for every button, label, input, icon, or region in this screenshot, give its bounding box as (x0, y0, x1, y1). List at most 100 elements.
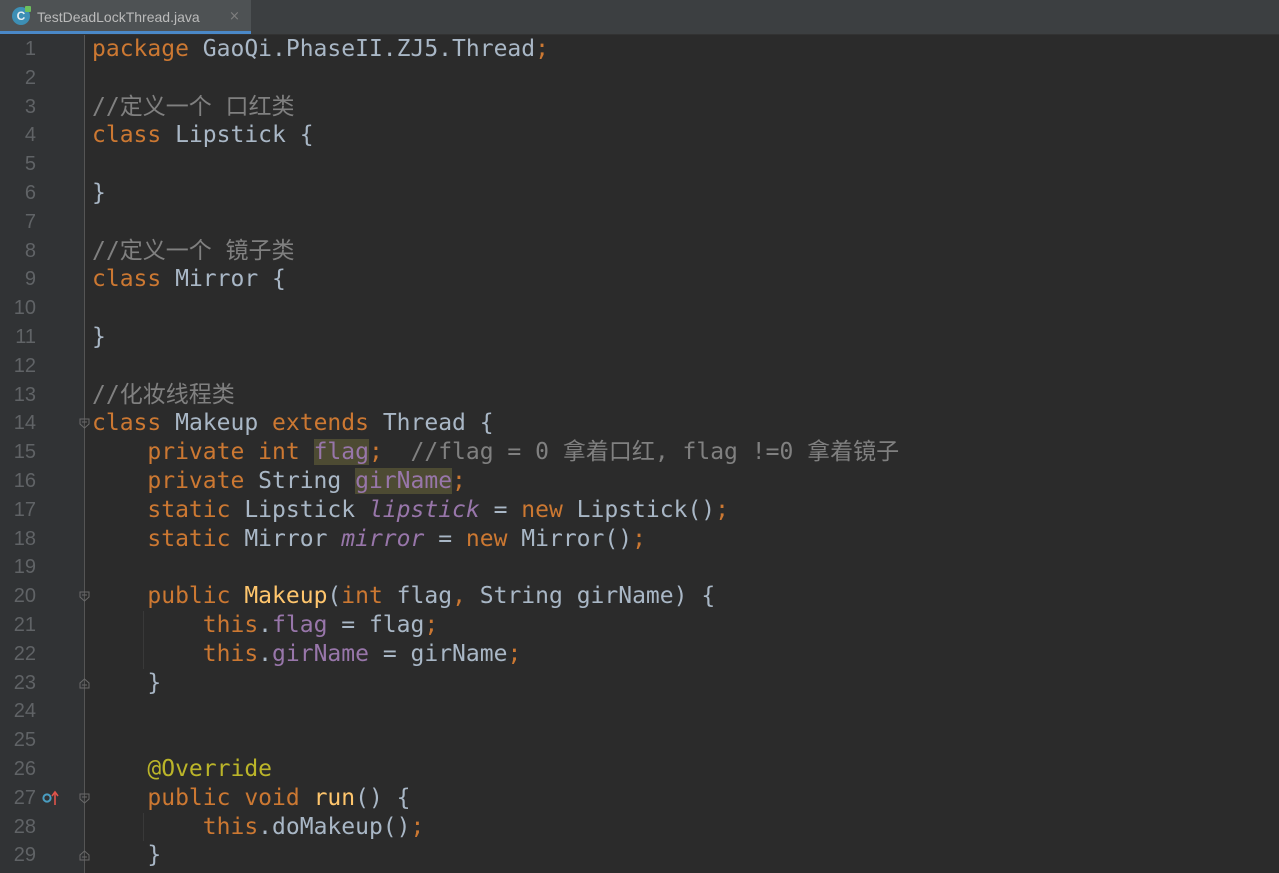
tab-test-dead-lock-thread[interactable]: C TestDeadLockThread.java × (0, 0, 251, 34)
code-text[interactable]: } (92, 179, 106, 208)
code-line[interactable]: 5 (0, 150, 1279, 179)
close-icon[interactable]: × (229, 0, 240, 34)
code-text[interactable]: //化妆线程类 (92, 381, 235, 410)
code-line[interactable]: 29 } (0, 841, 1279, 870)
code-text[interactable]: public Makeup(int flag, String girName) … (92, 582, 715, 611)
code-text[interactable]: private int flag; //flag = 0 拿着口红, flag … (92, 438, 899, 467)
line-number: 13 (13, 383, 36, 406)
line-number: 27 (13, 786, 36, 809)
line-number: 21 (13, 614, 36, 636)
code-text[interactable]: this.girName = girName; (92, 640, 522, 669)
code-line[interactable]: 1 package GaoQi.PhaseII.ZJ5.Thread; (0, 35, 1279, 64)
line-number: 6 (24, 182, 36, 204)
code-line[interactable]: 3 //定义一个 口红类 (0, 93, 1279, 122)
code-line[interactable]: 11} (0, 323, 1279, 352)
line-number: 23 (13, 671, 36, 694)
line-number: 8 (24, 239, 36, 262)
code-text[interactable]: class Makeup extends Thread { (92, 409, 494, 438)
code-token: class (92, 266, 176, 293)
code-text[interactable]: static Lipstick lipstick = new Lipstick(… (92, 496, 729, 525)
code-line[interactable]: 6} (0, 179, 1279, 208)
code-text[interactable]: } (92, 841, 161, 870)
code-token: Thread { (382, 410, 494, 437)
code-line[interactable]: 9 class Mirror { (0, 265, 1279, 294)
java-class-icon: C (12, 6, 31, 25)
code-token: GaoQi.PhaseII.ZJ5.Thread (202, 36, 536, 62)
code-line[interactable]: 24 (0, 697, 1279, 726)
code-text[interactable]: } (92, 323, 106, 352)
code-editor[interactable]: 1 package GaoQi.PhaseII.ZJ5.Thread; 2 3//定义… (0, 35, 1279, 873)
code-text[interactable]: package GaoQi.PhaseII.ZJ5.Thread; (92, 35, 549, 64)
fold-open-icon[interactable] (79, 793, 90, 804)
code-token: //flag = 0 拿着口红, flag !=0 拿着镜子 (382, 439, 900, 466)
code-token: this (92, 813, 259, 840)
code-line[interactable]: 15 private int flag; //flag = 0 拿着口红, fl… (0, 438, 1279, 467)
code-token: doMakeup() (272, 813, 411, 840)
code-token: ; (410, 813, 425, 840)
code-line[interactable]: 10 (0, 294, 1279, 323)
code-line[interactable]: 17 static Lipstick lipstick = new Lipsti… (0, 496, 1279, 525)
code-token: Mirror (244, 525, 342, 552)
code-text[interactable]: this.flag = flag; (92, 611, 438, 640)
code-token: = (479, 496, 522, 523)
code-line[interactable]: 12 (0, 352, 1279, 381)
code-text[interactable]: //定义一个 口红类 (92, 93, 295, 122)
fold-open-icon[interactable] (79, 591, 90, 602)
code-line[interactable]: 22 this.girName = girName; (0, 640, 1279, 669)
code-text[interactable]: static Mirror mirror = new Mirror(); (92, 525, 646, 554)
code-text[interactable]: //定义一个 镜子类 (92, 237, 295, 266)
code-token: . (258, 640, 273, 667)
code-token: flag (272, 612, 328, 638)
code-token: Lipstick (244, 496, 369, 523)
code-line[interactable]: 4 class Lipstick { (0, 121, 1279, 150)
line-number: 24 (13, 700, 36, 723)
code-token: class (92, 410, 176, 437)
fold-close-icon[interactable] (79, 677, 90, 689)
code-token: public (92, 583, 245, 610)
code-token: ; (535, 36, 549, 62)
code-token: Mirror { (175, 266, 286, 293)
code-text[interactable]: class Lipstick { (92, 121, 314, 150)
code-text[interactable]: private String girName; (92, 467, 466, 496)
fold-open-icon[interactable] (79, 418, 90, 430)
code-text[interactable]: @Override (92, 755, 272, 784)
code-line[interactable]: 7 (0, 208, 1279, 237)
editor-tab-bar: C TestDeadLockThread.java × (0, 0, 1279, 35)
line-number: 22 (13, 642, 36, 665)
code-token: ; (452, 468, 466, 494)
code-token: flag (313, 439, 369, 466)
line-number: 29 (13, 844, 36, 867)
code-token: //化妆线程类 (92, 381, 235, 408)
code-text[interactable]: public void run() { (92, 784, 411, 813)
code-line[interactable]: 23 } (0, 669, 1279, 698)
code-token: //定义一个 口红类 (92, 93, 295, 120)
code-line[interactable]: 19 (0, 553, 1279, 582)
code-line[interactable]: 13 //化妆线程类 (0, 381, 1279, 410)
fold-close-icon[interactable] (79, 850, 90, 861)
line-number: 10 (13, 297, 36, 320)
code-token: . (258, 612, 273, 638)
code-token: flag (396, 583, 453, 610)
code-line[interactable]: 14 class Makeup extends Thread { (0, 409, 1279, 438)
code-line[interactable]: 20 public Makeup(int flag, String girNam… (0, 582, 1279, 611)
code-line[interactable]: 25 (0, 726, 1279, 755)
code-line[interactable]: 8 //定义一个 镜子类 (0, 237, 1279, 266)
code-token: () { (355, 784, 411, 811)
code-text[interactable]: } (92, 669, 161, 698)
code-line[interactable]: 16 private String girName; (0, 467, 1279, 496)
code-line[interactable]: 28 this.doMakeup(); (0, 813, 1279, 842)
code-token: ; (507, 640, 522, 667)
code-line[interactable]: 21 this.flag = flag; (0, 611, 1279, 640)
code-line[interactable]: 18 static Mirror mirror = new Mirror(); (0, 525, 1279, 554)
code-token: Makeup (175, 410, 273, 437)
line-number: 17 (13, 498, 36, 521)
code-line[interactable]: 2 (0, 64, 1279, 93)
code-token: String (258, 468, 356, 494)
code-text[interactable]: class Mirror { (92, 265, 286, 294)
code-token: ; (632, 525, 646, 552)
code-line[interactable]: 27 public void run() { (0, 784, 1279, 813)
code-token: this (92, 640, 259, 667)
code-text[interactable]: this.doMakeup(); (92, 813, 425, 842)
code-line[interactable]: 26 @Override (0, 755, 1279, 784)
overrides-method-icon[interactable] (42, 790, 62, 806)
